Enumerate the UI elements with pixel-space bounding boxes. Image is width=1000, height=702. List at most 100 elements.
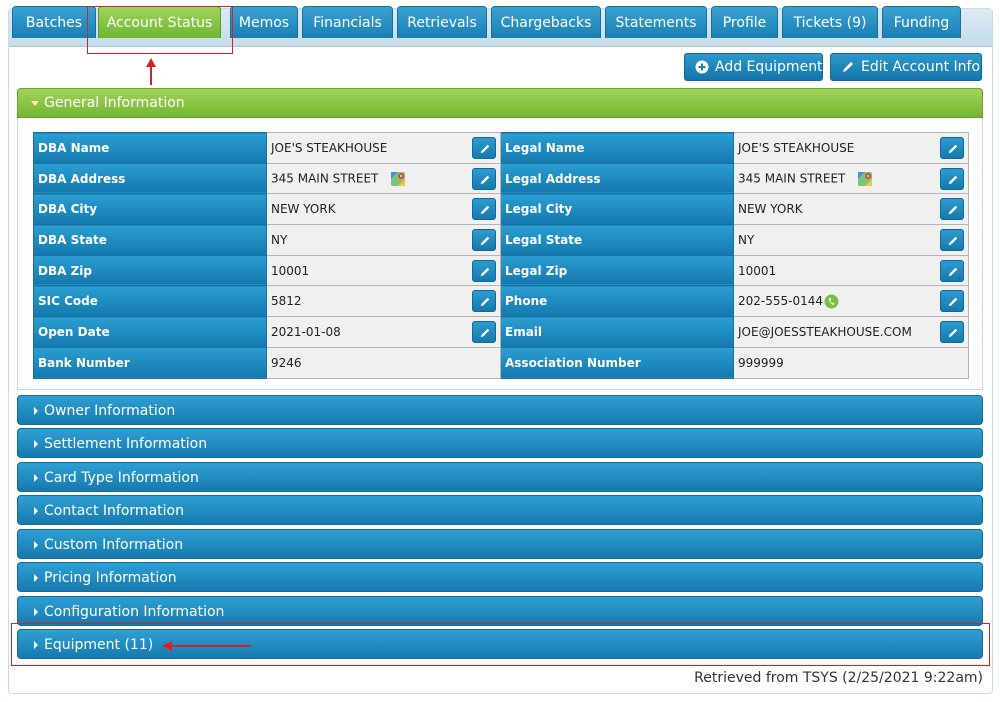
phone-value: 202-555-0144 (733, 285, 969, 318)
table-row: DBA City NEW YORK Legal City NEW YORK (33, 193, 969, 226)
pencil-icon (480, 328, 490, 338)
tab-account-status[interactable]: Account Status (98, 6, 221, 38)
edit-dba-address-button[interactable] (472, 167, 496, 190)
dba-state-text: NY (271, 232, 288, 247)
legal-zip-text: 10001 (738, 263, 777, 278)
dba-zip-text: 10001 (271, 263, 310, 278)
dba-address-value: 345 MAIN STREET (266, 162, 501, 195)
tab-funding[interactable]: Funding (882, 6, 961, 38)
caret-down-icon (31, 101, 39, 106)
pencil-icon (948, 328, 958, 338)
edit-dba-state-button[interactable] (472, 229, 496, 252)
section-label: Configuration Information (44, 604, 225, 620)
dba-address-text: 345 MAIN STREET (271, 171, 379, 186)
tab-financials[interactable]: Financials (302, 6, 393, 38)
section-label: Owner Information (44, 403, 176, 419)
legal-name-text: JOE'S STEAKHOUSE (738, 140, 855, 155)
section-label: Contact Information (44, 503, 184, 519)
table-row: DBA Zip 10001 Legal Zip 10001 (33, 254, 969, 287)
edit-legal-state-button[interactable] (940, 229, 964, 252)
general-information-table: DBA Name JOE'S STEAKHOUSE Legal Name JOE… (33, 132, 969, 379)
tab-tickets[interactable]: Tickets (9) (782, 6, 878, 38)
email-value: JOE@JOESSTEAKHOUSE.COM (733, 316, 969, 348)
dba-city-label: DBA City (33, 193, 267, 226)
dba-name-text: JOE'S STEAKHOUSE (271, 140, 388, 155)
legal-city-value: NEW YORK (733, 193, 969, 226)
google-maps-icon[interactable] (857, 171, 873, 187)
annotation-arrow-left-icon (162, 641, 251, 651)
edit-dba-city-button[interactable] (472, 198, 496, 221)
caret-right-icon (34, 608, 38, 616)
section-card-type-information[interactable]: Card Type Information (17, 462, 983, 492)
pencil-icon (480, 298, 490, 307)
section-contact-information[interactable]: Contact Information (17, 495, 983, 525)
dba-zip-label: DBA Zip (33, 254, 267, 287)
pencil-icon (948, 206, 958, 215)
table-row: Open Date 2021-01-08 Email JOE@JOESSTEAK… (33, 316, 969, 348)
edit-email-button[interactable] (940, 321, 964, 344)
section-custom-information[interactable]: Custom Information (17, 529, 983, 559)
edit-legal-city-button[interactable] (940, 198, 964, 221)
pencil-icon (480, 267, 490, 277)
dba-city-text: NEW YORK (271, 202, 336, 217)
phone-text: 202-555-0144 (738, 293, 824, 308)
edit-legal-zip-button[interactable] (940, 259, 964, 282)
pencil-icon (843, 62, 853, 72)
general-information-title: General Information (44, 95, 185, 111)
section-configuration-information[interactable]: Configuration Information (17, 596, 983, 626)
section-pricing-information[interactable]: Pricing Information (17, 562, 983, 592)
phone-label: Phone (500, 285, 734, 318)
edit-legal-address-button[interactable] (940, 167, 964, 190)
tab-chargebacks[interactable]: Chargebacks (491, 6, 601, 38)
tab-profile[interactable]: Profile (711, 6, 778, 38)
table-row: Bank Number 9246 Association Number 9999… (33, 346, 969, 379)
dba-zip-value: 10001 (266, 254, 501, 287)
table-row: DBA Address 345 MAIN STREET Legal Addres… (33, 162, 969, 195)
annotation-arrow-up-icon (146, 58, 156, 85)
pencil-icon (948, 267, 958, 277)
edit-dba-name-button[interactable] (472, 137, 496, 159)
add-equipment-button[interactable]: Add Equipment (684, 53, 823, 81)
dba-state-label: DBA State (33, 224, 267, 256)
pencil-icon (948, 298, 958, 307)
section-label: Equipment (11) (44, 637, 154, 653)
google-maps-icon[interactable] (390, 171, 406, 187)
legal-city-label: Legal City (500, 193, 734, 226)
legal-state-value: NY (733, 224, 969, 256)
dba-name-value: JOE'S STEAKHOUSE (266, 132, 501, 164)
edit-account-info-label: Edit Account Info (861, 59, 981, 75)
phone-icon[interactable] (824, 294, 839, 309)
sic-code-text: 5812 (271, 294, 302, 309)
pencil-icon (480, 236, 490, 246)
section-label: Card Type Information (44, 470, 199, 486)
sic-code-label: SIC Code (33, 285, 267, 318)
pencil-icon (480, 144, 490, 154)
open-date-value: 2021-01-08 (266, 316, 501, 348)
legal-zip-value: 10001 (733, 254, 969, 287)
edit-account-info-button[interactable]: Edit Account Info (830, 53, 982, 81)
edit-open-date-button[interactable] (472, 321, 496, 344)
general-information-header[interactable]: General Information (17, 88, 983, 118)
pencil-icon (948, 175, 958, 184)
bank-number-text: 9246 (271, 355, 302, 370)
table-row: DBA State NY Legal State NY (33, 224, 969, 256)
tab-batches[interactable]: Batches (12, 6, 96, 38)
table-row: SIC Code 5812 Phone 202-555-0144 (33, 285, 969, 318)
edit-dba-zip-button[interactable] (472, 259, 496, 282)
sic-code-value: 5812 (266, 285, 501, 318)
edit-phone-button[interactable] (940, 290, 964, 313)
tab-retrievals[interactable]: Retrievals (397, 6, 487, 38)
bank-number-value: 9246 (266, 346, 501, 379)
section-settlement-information[interactable]: Settlement Information (17, 428, 983, 458)
retrieved-timestamp: Retrieved from TSYS (2/25/2021 9:22am) (694, 670, 983, 686)
tab-statements[interactable]: Statements (605, 6, 707, 38)
caret-right-icon (34, 641, 38, 649)
caret-right-icon (34, 407, 38, 415)
edit-sic-code-button[interactable] (472, 290, 496, 313)
tab-memos[interactable]: Memos (230, 6, 298, 38)
pencil-icon (480, 206, 490, 215)
section-owner-information[interactable]: Owner Information (17, 395, 983, 425)
legal-name-value: JOE'S STEAKHOUSE (733, 132, 969, 164)
caret-right-icon (34, 474, 38, 482)
edit-legal-name-button[interactable] (940, 137, 964, 159)
